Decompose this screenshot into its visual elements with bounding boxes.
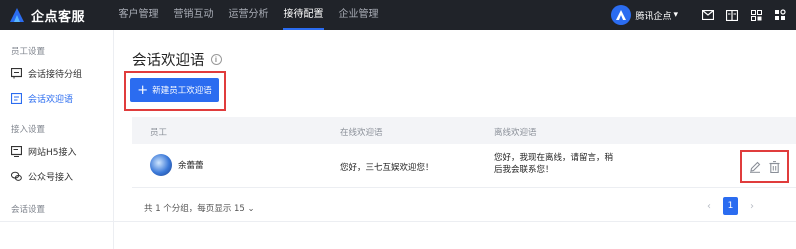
add-welcome-button[interactable]: + 新建员工欢迎语 (130, 78, 219, 102)
prev-page-button[interactable]: ‹ (703, 197, 715, 215)
top-bar: 企点客服 客户管理 营销互动 运营分析 接待配置 企业管理 腾讯企点 ▾ (0, 0, 796, 30)
grid-icon[interactable] (748, 7, 764, 23)
mail-icon[interactable] (700, 7, 716, 23)
logo-icon (616, 10, 627, 20)
next-page-button[interactable]: › (746, 197, 758, 215)
online-welcome: 您好，三七互娱欢迎您！ (340, 163, 434, 173)
employee-name: 余蕾蕾 (178, 161, 204, 171)
nav-enterprise-management[interactable]: 企业管理 (331, 0, 386, 30)
page-title-text: 会话欢迎语 (132, 53, 205, 69)
brand-logo[interactable]: 企点客服 (8, 5, 85, 25)
sidebar-item-label: 网站H5接入 (28, 148, 77, 158)
plus-icon: + (137, 82, 149, 98)
add-button-label: 新建员工欢迎语 (152, 86, 212, 96)
logo-icon (8, 6, 26, 24)
nav-reception-config[interactable]: 接待配置 (276, 0, 331, 30)
page-1-button[interactable]: 1 (723, 197, 738, 215)
header-employee: 员工 (150, 128, 168, 138)
nav-marketing[interactable]: 营销互动 (166, 0, 221, 30)
sidebar: 员工设置 会话接待分组 会话欢迎语 接入设置 网站H5接入 公众号接入 会话设置 (0, 30, 114, 249)
pagination: ‹ 1 › (703, 197, 758, 215)
sidebar-item-website-h5[interactable]: 网站H5接入 (11, 145, 77, 158)
nav-analytics[interactable]: 运营分析 (221, 0, 276, 30)
table-footer: 共 1 个分组，每页显示 15 ⌄ ‹ 1 › (132, 197, 796, 217)
account-name: 腾讯企点 (635, 11, 672, 22)
page-size-summary[interactable]: 共 1 个分组，每页显示 15 ⌄ (144, 202, 255, 214)
sidebar-item-label: 会话接待分组 (28, 70, 83, 80)
brand-name: 企点客服 (31, 9, 86, 25)
header-offline: 离线欢迎语 (494, 128, 537, 138)
chevron-down-icon: ▾ (673, 10, 678, 20)
sidebar-group-access-settings: 接入设置 (11, 125, 46, 135)
bottom-divider (0, 221, 796, 222)
account-menu[interactable]: 腾讯企点 ▾ (635, 9, 678, 22)
sidebar-item-welcome-messages[interactable]: 会话欢迎语 (11, 92, 73, 105)
row-actions (740, 150, 789, 183)
sidebar-group-employee-settings: 员工设置 (11, 47, 46, 57)
table-row[interactable]: 余蕾蕾 您好，三七互娱欢迎您！ 您好，我现在离线，请留言，稍后我会联系您！ (132, 144, 796, 188)
offline-welcome: 您好，我现在离线，请留言，稍后我会联系您！ (494, 153, 614, 175)
sidebar-item-official-account[interactable]: 公众号接入 (11, 170, 73, 183)
sidebar-item-label: 公众号接入 (28, 173, 74, 183)
header-online: 在线欢迎语 (340, 128, 383, 138)
account-avatar[interactable] (611, 5, 632, 25)
top-right-tools: 腾讯企点 ▾ (611, 0, 788, 30)
delete-icon[interactable] (768, 160, 781, 173)
avatar (150, 154, 172, 176)
page-title: 会话欢迎语 i (132, 49, 222, 70)
top-nav: 客户管理 营销互动 运营分析 接待配置 企业管理 (111, 0, 386, 30)
sidebar-item-label: 会话欢迎语 (28, 95, 74, 105)
book-icon[interactable] (724, 7, 740, 23)
wechat-icon (11, 171, 22, 182)
sidebar-item-chat-groups[interactable]: 会话接待分组 (11, 67, 82, 80)
main-content: 会话欢迎语 i + 新建员工欢迎语 员工 在线欢迎语 离线欢迎语 余蕾蕾 您好，… (115, 30, 796, 249)
edit-icon[interactable] (749, 160, 762, 173)
nav-customer-management[interactable]: 客户管理 (111, 0, 166, 30)
employee-cell: 余蕾蕾 (150, 154, 204, 176)
sidebar-group-chat-settings: 会话设置 (11, 205, 46, 215)
chat-group-icon (11, 68, 22, 79)
welcome-icon (11, 93, 22, 104)
monitor-icon (11, 146, 22, 157)
settings-icon[interactable] (772, 7, 788, 23)
table-header: 员工 在线欢迎语 离线欢迎语 (132, 117, 796, 144)
info-icon[interactable]: i (210, 54, 222, 65)
welcome-table: 员工 在线欢迎语 离线欢迎语 余蕾蕾 您好，三七互娱欢迎您！ 您好，我现在离线，… (132, 117, 796, 188)
